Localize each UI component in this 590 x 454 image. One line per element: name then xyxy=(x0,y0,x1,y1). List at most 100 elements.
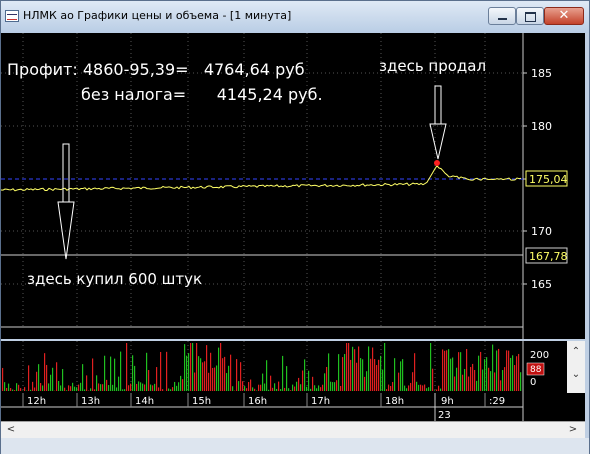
volume-bar xyxy=(360,358,362,391)
volume-bar xyxy=(428,387,430,391)
volume-bar xyxy=(440,388,442,391)
volume-bar xyxy=(484,359,486,391)
volume-bar xyxy=(300,384,302,391)
volume-bar xyxy=(214,367,216,391)
volume-vertical-scrollbar[interactable]: ⌃ ⌄ xyxy=(567,341,585,393)
volume-bar xyxy=(208,372,210,391)
volume-bar xyxy=(58,380,60,391)
volume-bar xyxy=(340,385,342,391)
price-chart[interactable]: Профит: 4860-95,39= 4764,64 руб без нало… xyxy=(0,33,585,339)
close-button[interactable]: ✕ xyxy=(544,7,584,25)
time-label-29: :29 xyxy=(489,396,505,407)
volume-bar xyxy=(406,388,408,391)
volume-bar xyxy=(430,343,432,391)
chart-app-icon xyxy=(5,10,19,22)
volume-bar xyxy=(472,363,474,391)
volume-bar xyxy=(34,387,36,391)
volume-bar xyxy=(48,383,50,391)
volume-bar xyxy=(6,387,8,391)
volume-bar xyxy=(436,389,438,391)
buy-arrow xyxy=(57,143,75,260)
volume-bar xyxy=(12,389,14,391)
volume-bar xyxy=(114,358,116,391)
volume-bar xyxy=(520,372,522,391)
volume-bar xyxy=(64,387,66,391)
volume-bar xyxy=(156,367,158,391)
volume-bar xyxy=(334,382,336,391)
volume-bar xyxy=(352,346,354,391)
volume-bar xyxy=(128,385,130,391)
volume-bar xyxy=(316,388,318,391)
volume-bar xyxy=(148,370,150,391)
maximize-button[interactable] xyxy=(516,7,544,25)
volume-bar xyxy=(98,383,100,391)
volume-bar xyxy=(446,350,448,391)
volume-bar xyxy=(480,351,482,391)
volume-bar xyxy=(152,385,154,391)
volume-tick-200: 200 xyxy=(530,350,549,361)
volume-bar xyxy=(390,386,392,391)
volume-bar xyxy=(356,362,358,391)
volume-bar xyxy=(24,387,26,391)
volume-bar xyxy=(378,359,380,391)
volume-bar xyxy=(244,386,246,391)
volume-bar xyxy=(146,352,148,391)
bought-label: здесь купил 600 штук xyxy=(27,270,202,288)
chevron-right-icon[interactable]: > xyxy=(565,422,581,438)
volume-bar xyxy=(220,343,222,391)
volume-bar xyxy=(402,359,404,391)
volume-bar xyxy=(202,362,204,391)
volume-bar xyxy=(496,350,498,391)
volume-bar xyxy=(248,382,250,391)
volume-bar xyxy=(412,372,414,391)
chevron-up-icon[interactable]: ⌃ xyxy=(568,344,584,360)
volume-bar xyxy=(212,367,214,391)
volume-bar xyxy=(266,360,268,391)
volume-bar xyxy=(344,354,346,391)
volume-bar xyxy=(290,390,292,391)
volume-bar xyxy=(142,383,144,391)
volume-bar xyxy=(28,365,30,391)
time-axis: 12h 13h 14h 15h 16h 17h 18h 9h :29 23 xyxy=(1,393,585,421)
volume-bar xyxy=(388,384,390,391)
volume-bars xyxy=(2,343,522,391)
volume-bar xyxy=(102,384,104,391)
chevron-left-icon[interactable]: < xyxy=(3,422,19,438)
volume-bar xyxy=(448,349,450,391)
volume-bar xyxy=(358,346,360,391)
volume-bar xyxy=(286,366,288,391)
time-label-13h: 13h xyxy=(81,396,100,407)
volume-bar xyxy=(432,368,434,391)
volume-bar xyxy=(126,343,128,391)
volume-bar xyxy=(502,370,504,391)
horizontal-scrollbar[interactable]: < > xyxy=(1,421,585,438)
chevron-down-icon[interactable]: ⌄ xyxy=(568,367,584,383)
volume-bar xyxy=(450,358,452,391)
volume-bar xyxy=(494,372,496,391)
volume-chart[interactable]: 200 0 88 xyxy=(1,341,585,393)
volume-bar xyxy=(374,359,376,391)
volume-bar xyxy=(120,351,122,391)
volume-bar xyxy=(314,385,316,391)
volume-bar xyxy=(206,345,208,391)
volume-bar xyxy=(342,357,344,391)
volume-bar xyxy=(504,367,506,391)
volume-bar xyxy=(90,388,92,391)
volume-bar xyxy=(292,384,294,391)
volume-bar xyxy=(56,362,58,391)
volume-bar xyxy=(210,352,212,391)
volume-bar xyxy=(108,385,110,391)
title-bar[interactable]: НЛМК ао Графики цены и объема - [1 минут… xyxy=(1,1,589,33)
volume-bar xyxy=(294,386,296,391)
volume-bar xyxy=(158,387,160,391)
minimize-button[interactable] xyxy=(488,7,516,25)
volume-bar xyxy=(476,380,478,391)
volume-bar xyxy=(258,384,260,391)
sell-marker xyxy=(434,160,440,166)
volume-bar xyxy=(60,385,62,391)
volume-bar xyxy=(130,383,132,391)
volume-bar xyxy=(420,384,422,391)
current-price-tag: 175,04 xyxy=(529,173,568,186)
volume-bar xyxy=(122,389,124,391)
volume-bar xyxy=(124,389,126,391)
